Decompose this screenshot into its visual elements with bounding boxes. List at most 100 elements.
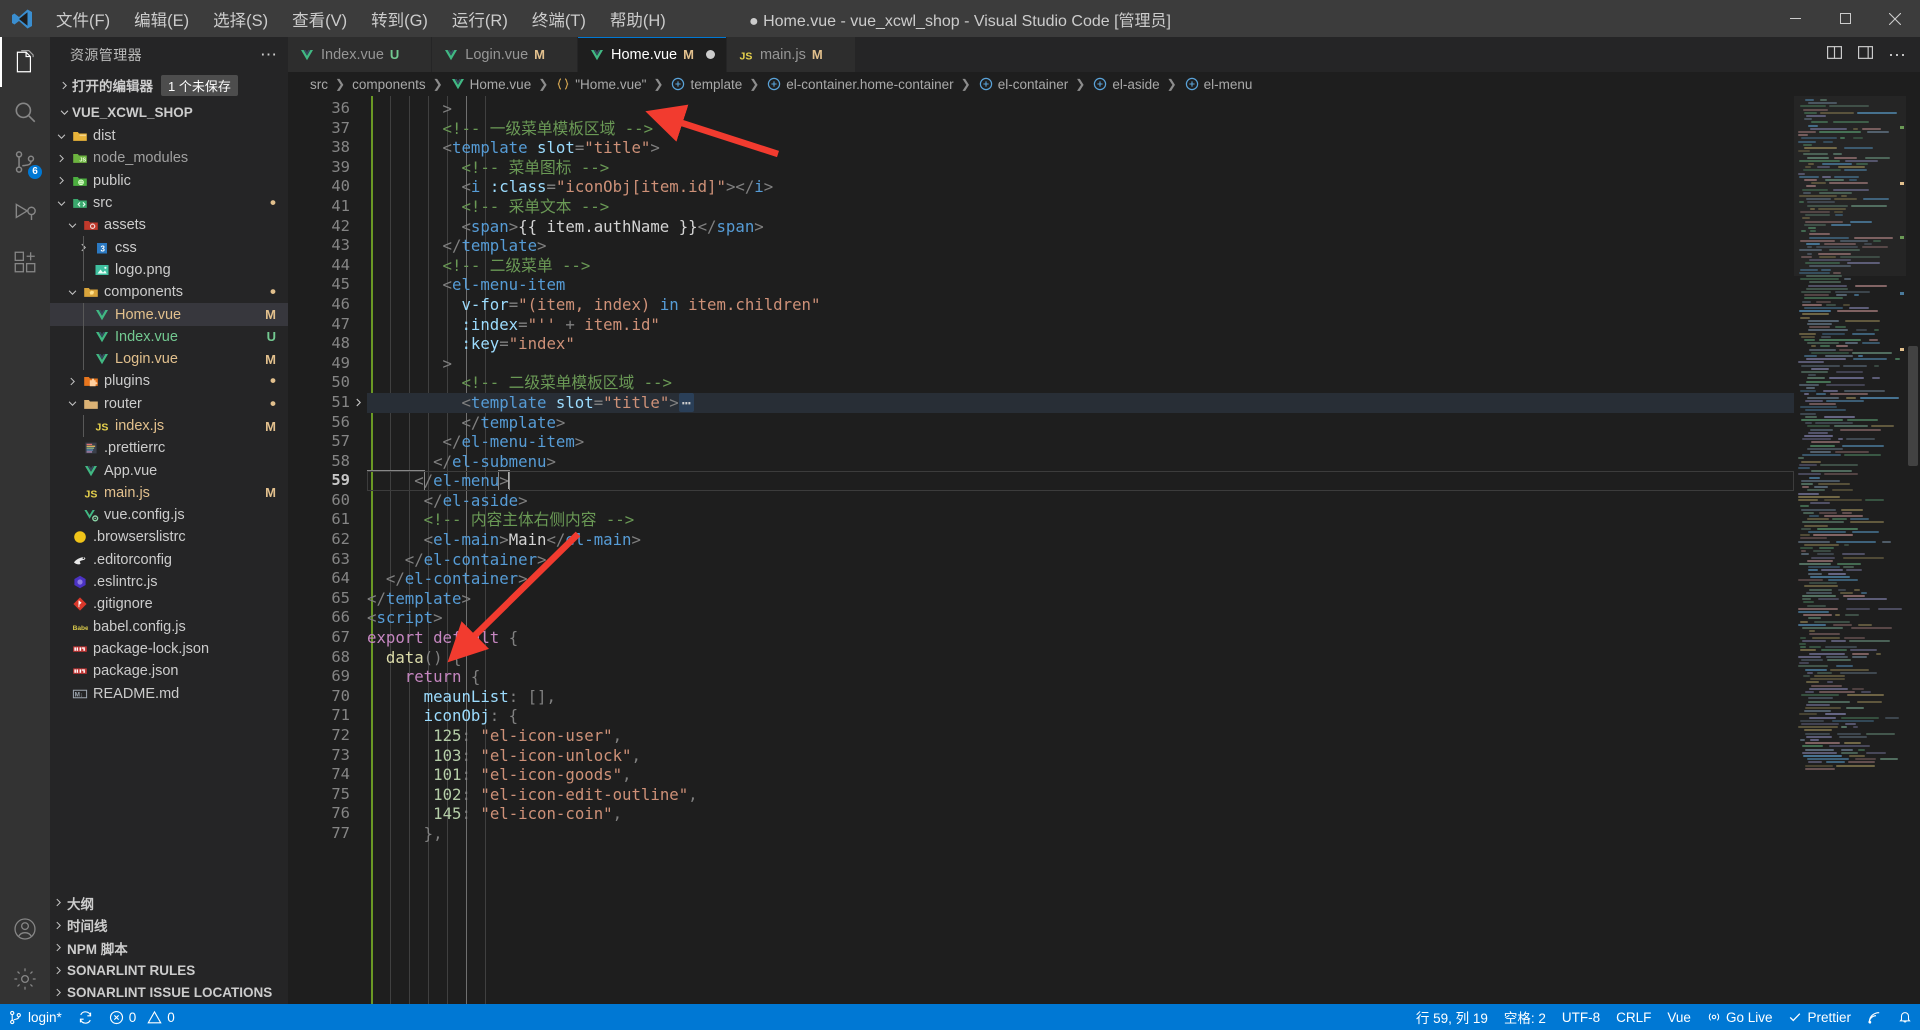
breadcrumb-item[interactable]: el-aside bbox=[1090, 76, 1161, 92]
status-cursor-position[interactable]: 行 59, 列 19 bbox=[1408, 1004, 1496, 1030]
tab-index-vue[interactable]: Index.vue U bbox=[288, 37, 433, 72]
code-line[interactable]: </template> bbox=[367, 589, 1794, 609]
code-line[interactable]: :index="'' + item.id" bbox=[367, 315, 1794, 335]
account-icon[interactable] bbox=[0, 904, 50, 954]
gear-icon[interactable] bbox=[0, 954, 50, 1004]
status-language-mode[interactable]: Vue bbox=[1659, 1004, 1699, 1030]
more-actions-icon[interactable]: ⋯ bbox=[1888, 46, 1906, 64]
breadcrumb-item[interactable]: template bbox=[668, 76, 744, 92]
status-sync[interactable] bbox=[70, 1004, 101, 1030]
code-line[interactable]: <!-- 二级菜单模板区域 --> bbox=[367, 373, 1794, 393]
code-line[interactable]: return { bbox=[367, 667, 1794, 687]
code-line[interactable]: <el-main>Main</el-main> bbox=[367, 530, 1794, 550]
chevron-right-icon[interactable] bbox=[54, 175, 69, 186]
tree-file-item[interactable]: M↓ README.md bbox=[50, 682, 288, 704]
tree-file-item[interactable]: Babel babel.config.js bbox=[50, 616, 288, 638]
sidebar-item-source-control[interactable]: 6 bbox=[0, 137, 50, 187]
code-line[interactable]: </el-menu-item> bbox=[367, 432, 1794, 452]
tree-file-item[interactable]: logo.png bbox=[50, 258, 288, 282]
open-editors-section[interactable]: 打开的编辑器 1 个未保存 bbox=[50, 72, 288, 98]
tree-folder-item[interactable]: 3 css bbox=[50, 236, 288, 259]
code-line[interactable]: </template> bbox=[367, 236, 1794, 256]
layout-icon[interactable] bbox=[1857, 44, 1874, 66]
chevron-right-icon[interactable] bbox=[54, 153, 69, 164]
code-line[interactable]: <!-- 二级菜单 --> bbox=[367, 256, 1794, 276]
sidebar-item-explorer[interactable] bbox=[0, 37, 50, 87]
code-line[interactable]: <template slot="title"> bbox=[367, 138, 1794, 158]
breadcrumb-item[interactable]: el-container.home-container bbox=[764, 76, 955, 92]
vertical-scrollbar[interactable] bbox=[1906, 96, 1920, 1004]
sidebar-item-run-and-debug[interactable] bbox=[0, 187, 50, 237]
maximize-icon[interactable] bbox=[1820, 0, 1870, 37]
status-eol[interactable]: CRLF bbox=[1608, 1004, 1659, 1030]
menu-go[interactable]: 转到(G) bbox=[359, 3, 440, 35]
tree-folder-item[interactable]: router • bbox=[50, 393, 288, 415]
tree-folder-item[interactable]: components • bbox=[50, 281, 288, 303]
tree-file-item[interactable]: .eslintrc.js bbox=[50, 571, 288, 593]
menu-view[interactable]: 查看(V) bbox=[280, 3, 359, 35]
menu-edit[interactable]: 编辑(E) bbox=[122, 3, 201, 35]
code-line[interactable]: <!-- 菜单图标 --> bbox=[367, 158, 1794, 178]
chevron-down-icon[interactable] bbox=[65, 287, 80, 298]
menu-run[interactable]: 运行(R) bbox=[440, 3, 520, 35]
code-line[interactable]: <el-menu-item bbox=[367, 275, 1794, 295]
sidebar-item-search[interactable] bbox=[0, 87, 50, 137]
tree-file-item[interactable]: JS index.js M bbox=[50, 414, 288, 438]
tree-file-item[interactable]: .editorconfig bbox=[50, 549, 288, 571]
code-line[interactable]: 145: "el-icon-coin", bbox=[367, 804, 1794, 824]
code-line[interactable]: data() { bbox=[367, 648, 1794, 668]
tree-folder-item[interactable]: dist bbox=[50, 125, 288, 147]
tree-file-item[interactable]: vue.config.js bbox=[50, 504, 288, 526]
status-encoding[interactable]: UTF-8 bbox=[1554, 1004, 1608, 1030]
code-line[interactable]: <i :class="iconObj[item.id]"></i> bbox=[367, 177, 1794, 197]
tree-file-item[interactable]: .browserslistrc bbox=[50, 526, 288, 548]
close-icon[interactable] bbox=[1870, 0, 1920, 37]
tree-file-item[interactable]: JS main.js M bbox=[50, 482, 288, 504]
tab-main-js[interactable]: JS main.js M bbox=[726, 37, 856, 72]
code-line[interactable]: <script> bbox=[367, 608, 1794, 628]
unsaved-dot-icon[interactable] bbox=[705, 50, 715, 59]
code-line[interactable]: > bbox=[367, 354, 1794, 374]
chevron-down-icon[interactable] bbox=[65, 220, 80, 231]
breadcrumb-item[interactable]: Home.vue bbox=[448, 76, 534, 92]
breadcrumb-item[interactable]: el-menu bbox=[1182, 76, 1255, 92]
status-indentation[interactable]: 空格: 2 bbox=[1496, 1004, 1554, 1030]
code-line[interactable]: }, bbox=[367, 824, 1794, 844]
minimize-icon[interactable] bbox=[1770, 0, 1820, 37]
chevron-down-icon[interactable] bbox=[65, 398, 80, 409]
status-go-live[interactable]: Go Live bbox=[1699, 1004, 1781, 1030]
code-line[interactable]: </el-container> bbox=[367, 550, 1794, 570]
ellipsis-icon[interactable]: ⋯ bbox=[260, 45, 278, 65]
tree-file-item[interactable]: .gitignore bbox=[50, 593, 288, 615]
tree-folder-item[interactable]: src • bbox=[50, 192, 288, 214]
status-branch[interactable]: login* bbox=[0, 1004, 70, 1030]
sidebar-section-sonarlint-issue-locations[interactable]: SONARLINT ISSUE LOCATIONS bbox=[50, 982, 288, 1005]
tab-login-vue[interactable]: Login.vue M bbox=[432, 37, 579, 72]
code-line[interactable]: v-for="(item, index) in item.children" bbox=[367, 295, 1794, 315]
chevron-down-icon[interactable] bbox=[54, 198, 69, 209]
tree-file-item[interactable]: package.json bbox=[50, 660, 288, 682]
menu-terminal[interactable]: 终端(T) bbox=[520, 3, 598, 35]
split-editor-icon[interactable] bbox=[1826, 44, 1843, 66]
code-line[interactable]: </el-aside> bbox=[367, 491, 1794, 511]
code-content[interactable]: > <!-- 一级菜单模板区域 --> <template slot="titl… bbox=[367, 96, 1794, 1004]
project-root-section[interactable]: VUE_XCWL_SHOP bbox=[50, 99, 288, 125]
menu-selection[interactable]: 选择(S) bbox=[201, 3, 280, 35]
code-line[interactable]: > bbox=[367, 99, 1794, 119]
code-line[interactable]: <!-- 内容主体右侧内容 --> bbox=[367, 510, 1794, 530]
fold-chevron-icon[interactable] bbox=[350, 393, 367, 413]
code-editor[interactable]: 36 37 38 39 40 41 42 43 44 45 46 47 48 49 50 51 56 57 58 59… bbox=[288, 96, 1920, 1004]
tree-file-item[interactable]: Login.vue M bbox=[50, 347, 288, 371]
code-line[interactable]: <!-- 采单文本 --> bbox=[367, 197, 1794, 217]
status-notifications[interactable] bbox=[1890, 1004, 1920, 1030]
code-line[interactable]: <template slot="title"> ⋯ bbox=[367, 392, 1794, 413]
tree-file-item[interactable]: App.vue bbox=[50, 459, 288, 481]
tree-file-item[interactable]: Home.vue M bbox=[50, 303, 288, 326]
status-problems[interactable]: 0 0 bbox=[101, 1004, 183, 1030]
code-line[interactable]: 125: "el-icon-user", bbox=[367, 726, 1794, 746]
tree-file-item[interactable]: Index.vue U bbox=[50, 325, 288, 348]
breadcrumb-item[interactable]: el-container bbox=[976, 76, 1071, 92]
sidebar-section-大纲[interactable]: 大纲 bbox=[50, 892, 288, 915]
sidebar-section-npm-脚本[interactable]: NPM 脚本 bbox=[50, 937, 288, 960]
tree-folder-item[interactable]: plugins • bbox=[50, 370, 288, 392]
